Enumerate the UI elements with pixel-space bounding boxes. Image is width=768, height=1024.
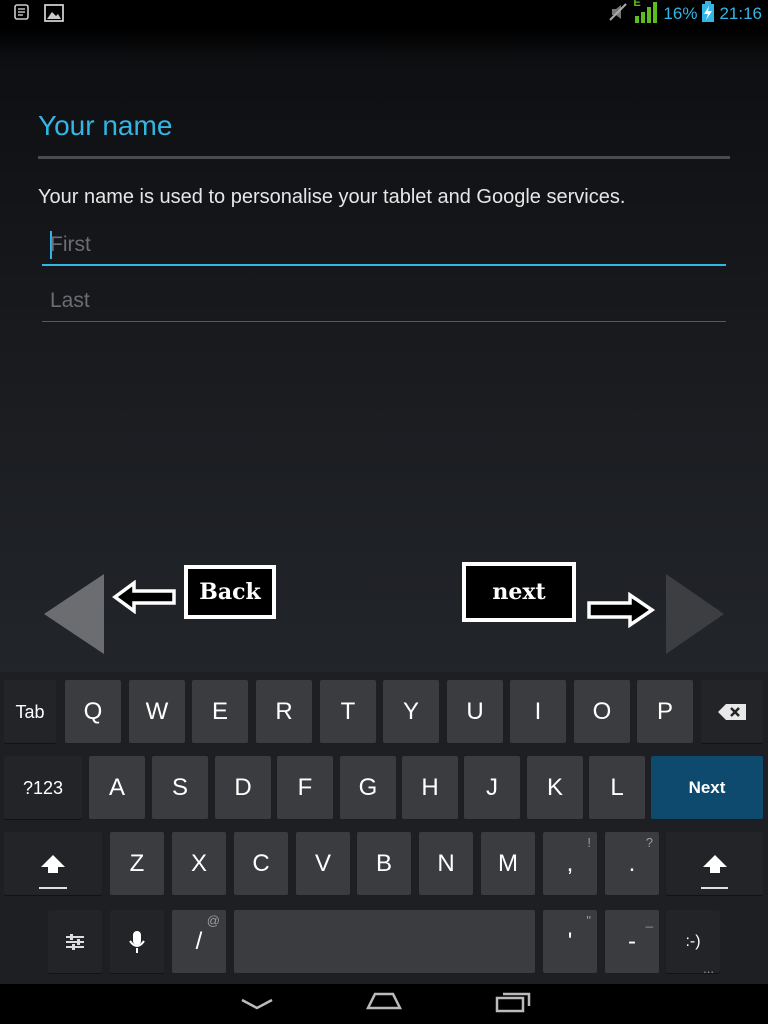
next-key[interactable]: Next — [651, 756, 763, 820]
comma-hint: ! — [587, 835, 591, 850]
smiley-label: :-) — [685, 933, 701, 950]
back-button[interactable] — [42, 572, 106, 660]
back-annotation-box: Back — [184, 565, 276, 619]
backspace-key[interactable] — [701, 680, 763, 744]
key-a[interactable]: A — [89, 756, 145, 820]
symbols-key[interactable]: ?123 — [4, 756, 82, 820]
tab-key[interactable]: Tab — [4, 680, 56, 744]
smiley-hint: ... — [703, 961, 714, 976]
next-triangle-icon — [666, 574, 724, 654]
key-o[interactable]: O — [574, 680, 630, 744]
shift-indicator — [39, 887, 67, 889]
apostrophe-hint: " — [586, 913, 591, 928]
shift-indicator — [700, 887, 729, 889]
key-y[interactable]: Y — [383, 680, 439, 744]
key-b[interactable]: B — [357, 832, 411, 896]
slash-hint: @ — [206, 913, 220, 928]
home-icon — [365, 992, 403, 1010]
hide-keyboard-button[interactable] — [240, 996, 274, 1015]
status-bar: E 16% 21:16 — [0, 0, 768, 28]
key-s[interactable]: S — [152, 756, 208, 820]
microphone-icon — [129, 931, 145, 953]
back-annotation-arrow-icon — [112, 579, 178, 618]
key-x[interactable]: X — [172, 832, 226, 896]
slash-label: / — [195, 928, 203, 955]
period-hint: ? — [645, 835, 653, 850]
key-l[interactable]: L — [589, 756, 645, 820]
key-j[interactable]: J — [464, 756, 520, 820]
key-f[interactable]: F — [277, 756, 333, 820]
sd-card-icon — [14, 4, 34, 24]
battery-charging-icon — [701, 1, 715, 27]
settings-sliders-icon — [66, 934, 84, 950]
key-u[interactable]: U — [447, 680, 503, 744]
apostrophe-key[interactable]: ' " — [543, 910, 597, 974]
battery-percent: 16% — [663, 4, 698, 23]
first-name-underline — [42, 264, 726, 266]
system-navigation-bar — [0, 984, 768, 1024]
home-button[interactable] — [364, 990, 404, 1016]
status-icons: E 16% 21:16 — [607, 0, 762, 28]
network-type: E — [633, 0, 641, 9]
key-c[interactable]: C — [234, 832, 288, 896]
signal-icon: E — [633, 0, 659, 28]
period-label: . — [628, 850, 636, 877]
backspace-icon — [718, 704, 746, 720]
next-button[interactable] — [664, 572, 726, 660]
chevron-down-icon — [241, 998, 273, 1010]
shift-key-left[interactable] — [4, 832, 102, 896]
key-i[interactable]: I — [510, 680, 566, 744]
key-m[interactable]: M — [481, 832, 535, 896]
key-n[interactable]: N — [419, 832, 473, 896]
back-triangle-icon — [44, 574, 104, 654]
shift-icon — [702, 855, 727, 873]
recent-apps-button[interactable] — [494, 990, 532, 1018]
setup-screen: E 16% 21:16 Your name Your name is used … — [0, 0, 768, 672]
last-name-input[interactable] — [50, 286, 720, 316]
voice-input-key[interactable] — [110, 910, 164, 974]
description-text: Your name is used to personalise your ta… — [38, 186, 626, 208]
image-icon — [44, 4, 64, 24]
apostrophe-label: ' — [567, 928, 573, 955]
soft-keyboard: Tab Q W E R T Y U I O P ?123 A S D F G H… — [0, 672, 768, 984]
shift-key-right[interactable] — [666, 832, 763, 896]
key-e[interactable]: E — [192, 680, 248, 744]
key-d[interactable]: D — [215, 756, 271, 820]
recent-apps-icon — [495, 992, 531, 1013]
space-bar[interactable] — [234, 910, 535, 974]
key-k[interactable]: K — [527, 756, 583, 820]
next-annotation-arrow-icon — [586, 591, 656, 632]
comma-label: , — [566, 850, 574, 877]
dash-key[interactable]: - _ — [605, 910, 659, 974]
mute-icon — [607, 1, 629, 27]
key-h[interactable]: H — [402, 756, 458, 820]
comma-key[interactable]: , ! — [543, 832, 597, 896]
last-name-underline — [42, 321, 726, 322]
page-title: Your name — [38, 110, 173, 141]
title-divider — [38, 156, 730, 159]
smiley-key[interactable]: :-) ... — [666, 910, 720, 976]
key-w[interactable]: W — [129, 680, 185, 744]
last-name-field[interactable] — [42, 282, 726, 322]
shift-icon — [41, 855, 65, 873]
key-r[interactable]: R — [256, 680, 312, 744]
dash-hint: _ — [645, 913, 653, 928]
next-annotation-box: next — [462, 562, 576, 622]
key-p[interactable]: P — [637, 680, 693, 744]
key-g[interactable]: G — [340, 756, 396, 820]
slash-key[interactable]: / @ — [172, 910, 226, 974]
key-z[interactable]: Z — [110, 832, 164, 896]
key-t[interactable]: T — [320, 680, 376, 744]
key-v[interactable]: V — [296, 832, 350, 896]
clock: 21:16 — [719, 4, 762, 23]
key-q[interactable]: Q — [65, 680, 121, 744]
first-name-input[interactable] — [50, 230, 720, 260]
dash-label: - — [628, 928, 636, 955]
settings-key[interactable] — [48, 910, 102, 974]
period-key[interactable]: . ? — [605, 832, 659, 896]
first-name-field[interactable] — [42, 226, 726, 266]
